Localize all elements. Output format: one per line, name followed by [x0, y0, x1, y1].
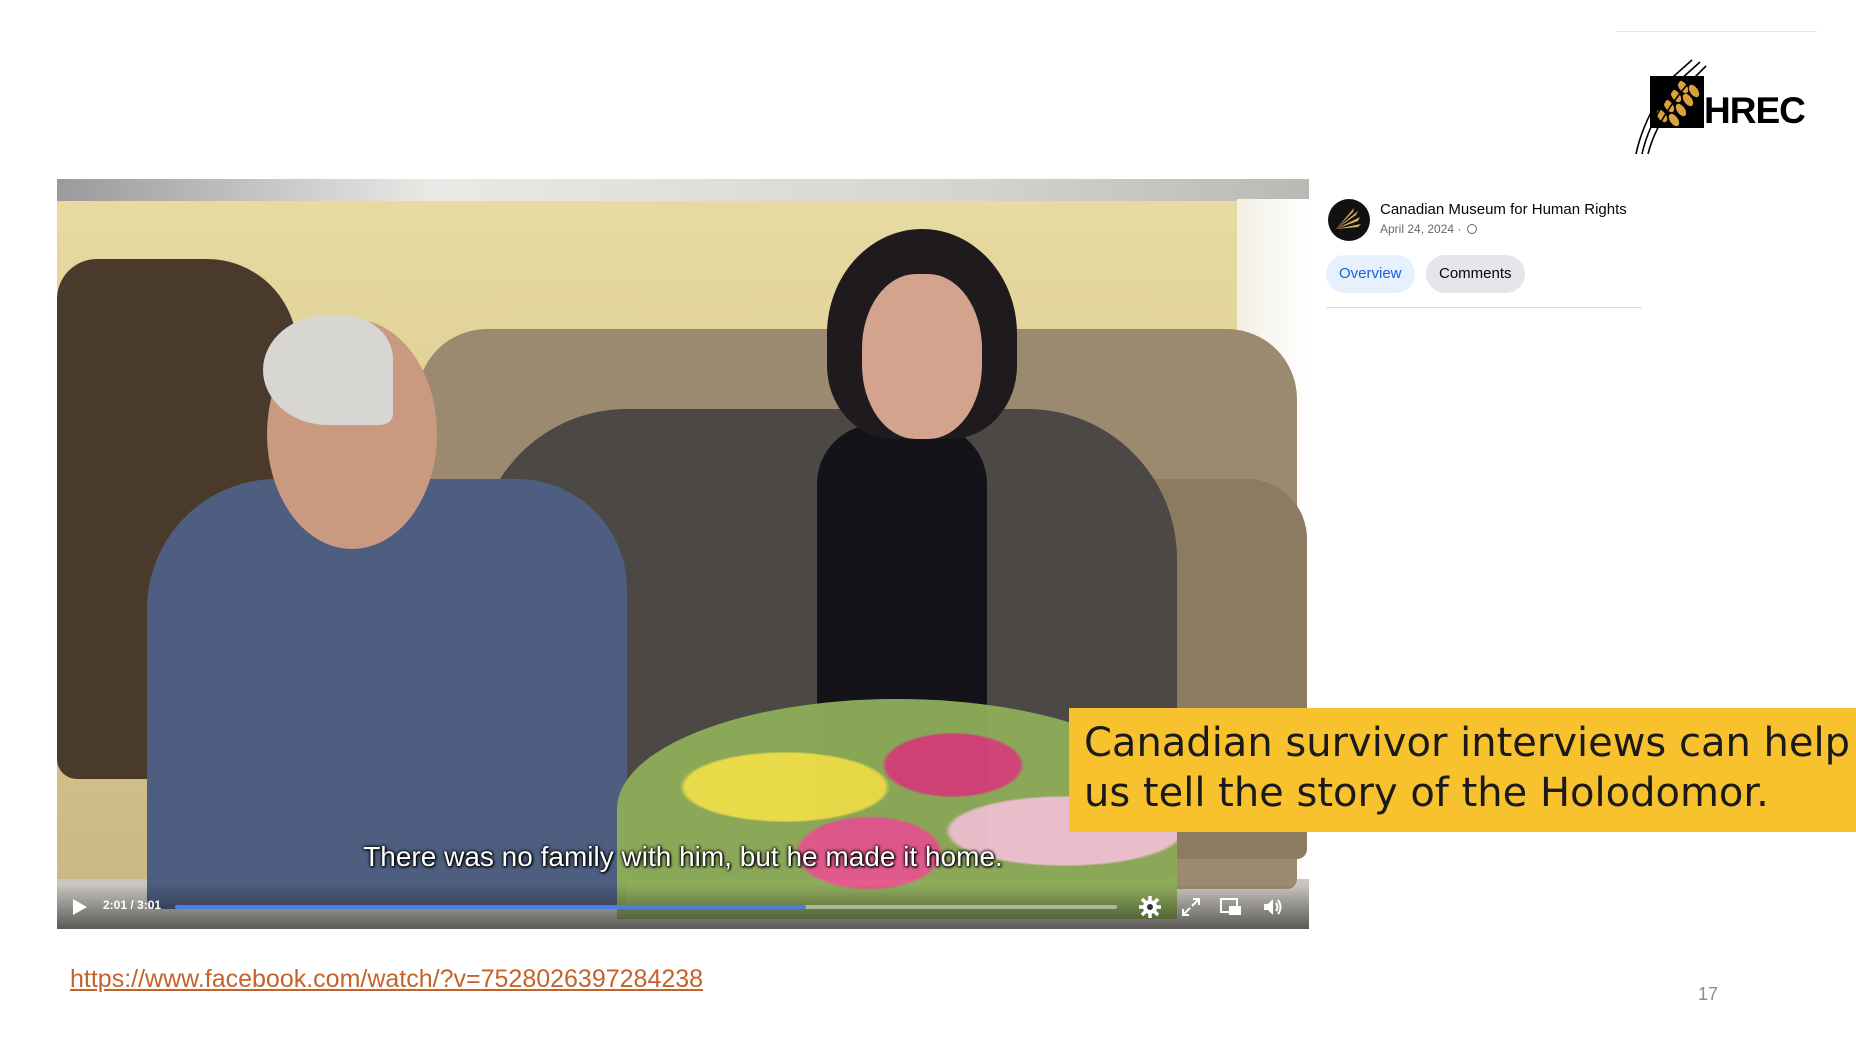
caption-line-1: Canadian survivor interviews can help: [1084, 720, 1851, 766]
video-subtitle: There was no family with him, but he mad…: [363, 841, 1003, 872]
page-name-link[interactable]: Canadian Museum for Human Rights: [1380, 201, 1627, 218]
facebook-post-panel: Canadian Museum for Human Rights April 2…: [1310, 179, 1642, 329]
hrec-logo: HREC: [1634, 56, 1806, 155]
caption-line-2: us tell the story of the Holodomor.: [1084, 770, 1769, 816]
picture-in-picture-icon[interactable]: [1218, 895, 1244, 919]
post-date-text: April 24, 2024 ·: [1380, 222, 1462, 236]
avatar[interactable]: [1328, 199, 1370, 241]
post-date: April 24, 2024 ·: [1380, 222, 1477, 236]
video-frame-top: [57, 179, 1309, 201]
video-woman-face: [862, 274, 982, 439]
tab-overview[interactable]: Overview: [1326, 255, 1415, 293]
progress-fill: [175, 905, 807, 909]
settings-icon[interactable]: [1137, 895, 1163, 919]
divider: [1617, 31, 1817, 32]
caption-text: Canadian survivor interviews can help us…: [1084, 718, 1850, 818]
page-number: 17: [1698, 984, 1719, 1004]
tab-comments[interactable]: Comments: [1426, 255, 1525, 293]
play-icon[interactable]: [73, 899, 87, 915]
video-link[interactable]: https://www.facebook.com/watch/?v=752802…: [70, 965, 703, 994]
museum-logo-icon: [1336, 208, 1361, 229]
progress-bar[interactable]: [175, 905, 1117, 909]
divider: [1326, 307, 1642, 308]
video-time: 2:01 / 3:01: [103, 898, 162, 912]
video-man-hair: [263, 315, 393, 425]
caption-box: Canadian survivor interviews can help us…: [1069, 708, 1856, 832]
globe-icon: [1466, 224, 1477, 234]
volume-icon[interactable]: [1260, 895, 1286, 919]
fullscreen-icon[interactable]: [1178, 895, 1204, 919]
logo-text: HREC: [1704, 90, 1806, 131]
